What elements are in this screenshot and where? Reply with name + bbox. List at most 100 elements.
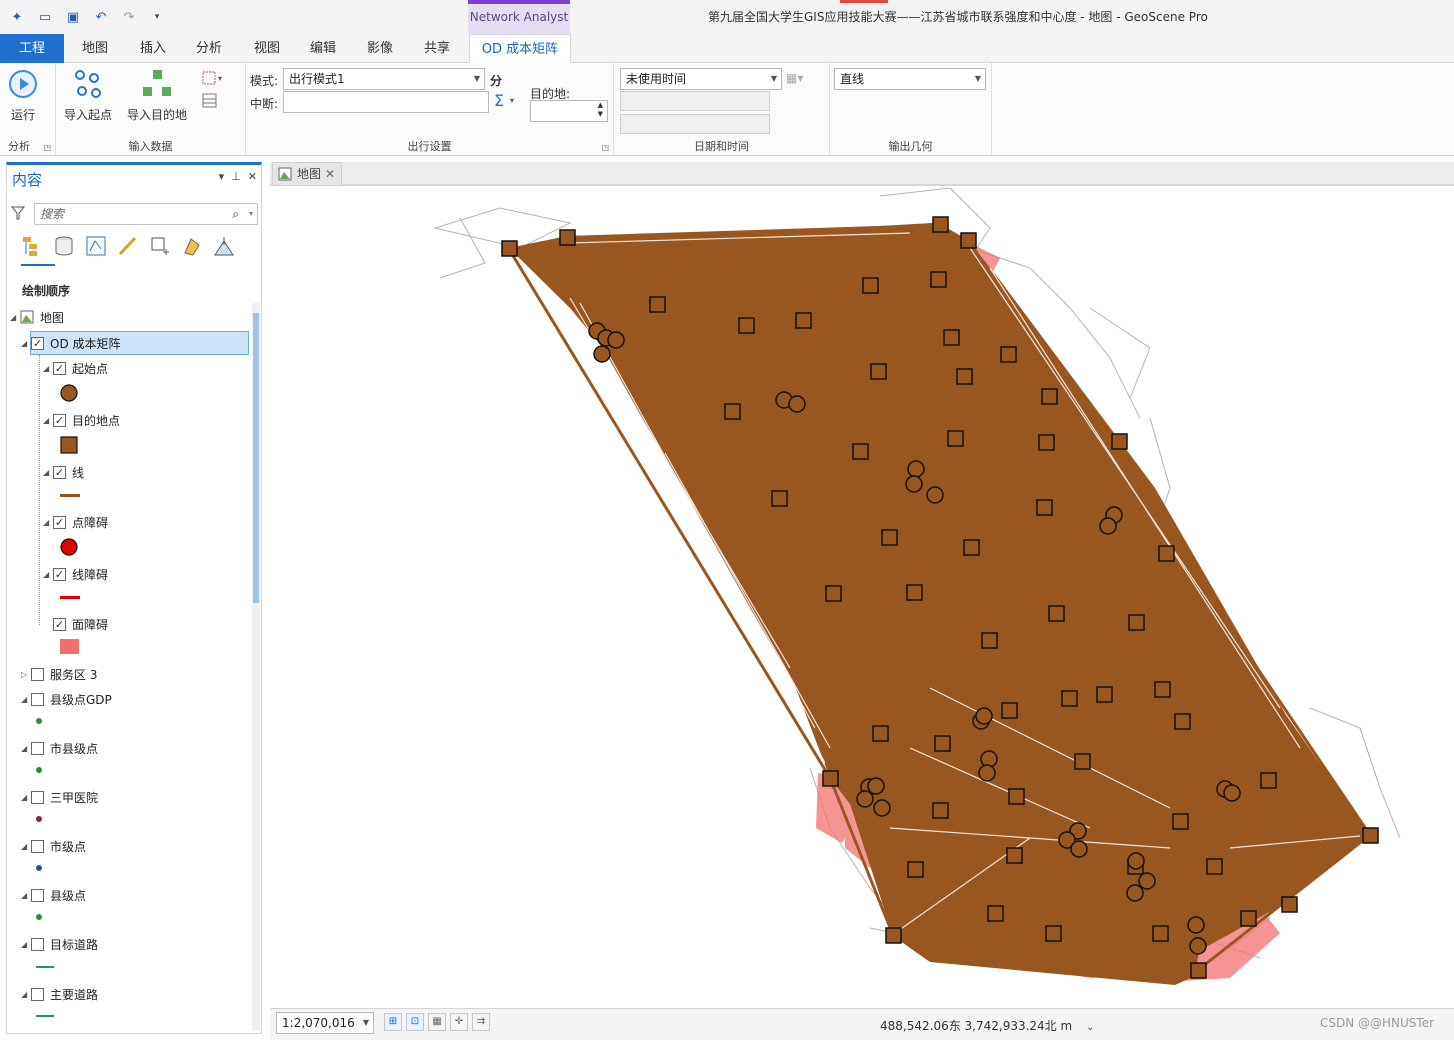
tab-project[interactable]: 工程 [0,34,64,63]
tab-insert[interactable]: 插入 [130,34,176,63]
layer-checkbox[interactable]: ✓ [53,465,66,479]
collapse-icon[interactable]: ◢ [43,518,53,527]
tab-view[interactable]: 视图 [244,34,290,63]
calendar-icon[interactable]: ▦▾ [786,71,803,85]
output-shape-combo[interactable]: 直线 ▼ [834,68,986,90]
collapse-icon[interactable]: ◢ [43,468,53,477]
layer-row-city-points[interactable]: ◢ 市级点 [21,837,86,855]
layer-row-polygon-barriers[interactable]: ◢ ✓ 面障碍 [43,615,108,633]
scrollbar-thumb[interactable] [253,313,259,603]
list-by-labeling-icon[interactable] [181,235,203,257]
destination-point-symbol-icon[interactable] [60,436,78,454]
layer-checkbox[interactable] [31,790,44,804]
layer-checkbox[interactable] [31,987,44,1001]
tab-analysis[interactable]: 分析 [186,34,232,63]
collapse-icon[interactable]: ◢ [21,793,31,802]
collapse-icon[interactable]: ◢ [21,891,31,900]
layer-checkbox[interactable]: ✓ [31,336,44,350]
map-canvas[interactable] [270,188,1454,1008]
pane-menu-icon[interactable]: ▾ [219,170,225,183]
layer-checkbox[interactable]: ✓ [53,413,66,427]
collapse-icon[interactable]: ◢ [10,313,20,322]
add-points-dropdown-icon[interactable]: ▾ [202,71,224,87]
layer-row-county-gdp[interactable]: ◢ 县级点GDP [21,690,112,708]
target-road-symbol-icon[interactable] [36,966,54,968]
grid-snap-icon[interactable]: ⊡ [406,1013,424,1031]
city-county-point-symbol-icon[interactable] [36,767,42,773]
destinations-count-stepper[interactable]: ▲ ▼ [530,100,608,122]
list-by-perspective-icon[interactable] [213,235,235,257]
search-dropdown-icon[interactable]: ▾ [249,204,253,224]
import-origins-button[interactable]: 导入起点 [62,69,114,123]
sum-dropdown-icon[interactable]: ▾ [510,96,514,105]
import-destinations-button[interactable]: 导入目的地 [126,69,188,123]
layer-checkbox[interactable] [31,667,44,681]
layer-row-service-area-3[interactable]: ▷ 服务区 3 [21,665,97,683]
tab-edit[interactable]: 编辑 [300,34,346,63]
tab-share[interactable]: 共享 [414,34,460,63]
pin-icon[interactable]: ⊥ [231,170,241,183]
filter-icon[interactable] [11,206,25,220]
layer-checkbox[interactable] [31,937,44,951]
gdp-point-symbol-icon[interactable] [36,718,42,724]
map-view-tab[interactable]: 地图 ✕ [272,162,342,186]
collapse-icon[interactable]: ◢ [21,339,31,348]
customize-dropdown-icon[interactable]: ▾ [148,8,166,26]
main-road-symbol-icon[interactable] [36,1015,54,1017]
origin-point-symbol-icon[interactable] [60,384,78,402]
city-point-symbol-icon[interactable] [36,865,42,871]
tab-od-cost-matrix[interactable]: OD 成本矩阵 [469,34,571,64]
collapse-icon[interactable]: ◢ [21,695,31,704]
undo-icon[interactable]: ↶ [92,8,110,26]
layer-checkbox[interactable] [31,692,44,706]
layer-row-county-points[interactable]: ◢ 县级点 [21,886,86,904]
redo-icon[interactable]: ↷ [120,8,138,26]
layer-row-destinations[interactable]: ◢ ✓ 目的地点 [43,411,120,429]
contents-scrollbar[interactable] [252,303,260,1031]
search-icon[interactable]: ⌕ [232,204,239,224]
layer-row-city-county[interactable]: ◢ 市县级点 [21,739,98,757]
layer-row-map[interactable]: ◢ 地图 [10,308,64,326]
save-icon[interactable]: ▣ [64,8,82,26]
fixed-zoom-icon[interactable]: ⊞ [384,1013,402,1031]
layer-checkbox[interactable]: ✓ [53,617,66,631]
line-barrier-symbol-icon[interactable] [60,596,80,599]
close-icon[interactable]: ✕ [325,163,335,185]
collapse-icon[interactable]: ◢ [21,940,31,949]
layer-row-hospitals[interactable]: ◢ 三甲医院 [21,788,98,806]
tab-map[interactable]: 地图 [72,34,118,63]
collapse-icon[interactable]: ◢ [43,416,53,425]
open-folder-icon[interactable]: ▭ [36,8,54,26]
chevron-down-icon[interactable]: ⌄ [1086,1022,1094,1033]
layer-row-target-roads[interactable]: ◢ 目标道路 [21,935,98,953]
collapse-icon[interactable]: ◢ [21,744,31,753]
grid-icon[interactable]: ▦ [428,1013,446,1031]
layer-row-point-barriers[interactable]: ◢ ✓ 点障碍 [43,513,108,531]
tab-imagery[interactable]: 影像 [357,34,403,63]
layer-checkbox[interactable] [31,741,44,755]
collapse-icon[interactable]: ◢ [43,364,53,373]
list-by-data-source-icon[interactable] [53,235,75,257]
new-project-icon[interactable]: ✦ [8,8,26,26]
collapse-icon[interactable]: ◢ [21,842,31,851]
crosshair-icon[interactable]: ✛ [450,1013,468,1031]
od-line-symbol-icon[interactable] [60,494,80,497]
layer-checkbox[interactable]: ✓ [53,361,66,375]
layer-row-origins[interactable]: ◢ ✓ 起始点 [43,359,108,377]
list-by-selection-icon[interactable] [85,235,107,257]
cutoff-input[interactable] [283,91,489,113]
point-barrier-symbol-icon[interactable] [60,538,78,556]
hospital-point-symbol-icon[interactable] [36,816,42,822]
scale-combo[interactable]: 1:2,070,016 ▼ [276,1012,374,1034]
layer-row-line-barriers[interactable]: ◢ ✓ 线障碍 [43,565,108,583]
run-button[interactable]: 运行 [6,69,40,123]
layer-row-od-cost-matrix[interactable]: ◢ ✓ OD 成本矩阵 [21,334,121,352]
search-input[interactable]: 搜索 ⌕ ▾ [34,203,258,225]
attribute-table-icon[interactable] [202,93,220,109]
dialog-launcher-icon[interactable]: ◳ [601,143,609,152]
dialog-launcher-icon[interactable]: ◳ [43,143,51,152]
refresh-icon[interactable]: ⇉ [472,1013,490,1031]
collapse-icon[interactable]: ◢ [43,570,53,579]
layer-checkbox[interactable]: ✓ [53,567,66,581]
layer-row-lines[interactable]: ◢ ✓ 线 [43,463,84,481]
